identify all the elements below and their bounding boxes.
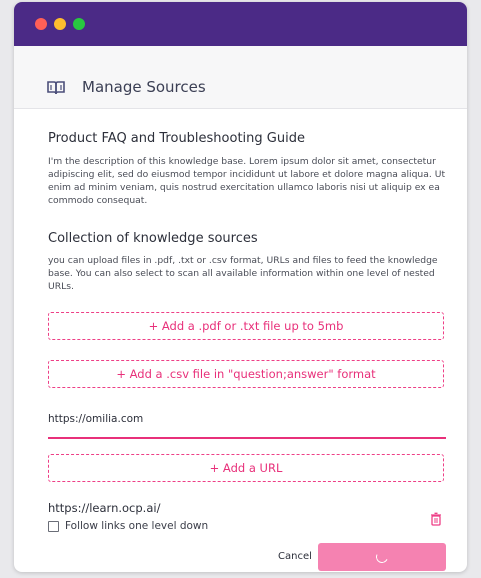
maximize-window-icon[interactable] xyxy=(73,18,85,30)
dialog-title: Manage Sources xyxy=(82,78,206,96)
knowledge-base-description: I'm the description of this knowledge ba… xyxy=(48,156,446,206)
add-url-button[interactable]: + Add a URL xyxy=(48,454,444,482)
manage-sources-window: Manage Sources Product FAQ and Troublesh… xyxy=(14,2,467,572)
url-input[interactable] xyxy=(48,413,438,425)
close-window-icon[interactable] xyxy=(35,18,47,30)
minimize-window-icon[interactable] xyxy=(54,18,66,30)
collection-title: Collection of knowledge sources xyxy=(48,231,258,246)
dialog-header: Manage Sources xyxy=(14,46,467,109)
collection-description: you can upload files in .pdf, .txt or .c… xyxy=(48,255,438,292)
submit-button[interactable] xyxy=(318,543,446,571)
cancel-button[interactable]: Cancel xyxy=(278,551,312,562)
trash-icon[interactable] xyxy=(430,511,442,526)
follow-links-option[interactable]: Follow links one level down xyxy=(48,520,208,532)
window-titlebar xyxy=(14,2,467,46)
knowledge-base-title: Product FAQ and Troubleshooting Guide xyxy=(48,131,305,146)
add-csv-button[interactable]: + Add a .csv file in "question;answer" f… xyxy=(48,360,444,388)
follow-links-label: Follow links one level down xyxy=(65,520,209,532)
book-icon xyxy=(46,80,66,96)
url-input-field xyxy=(48,411,446,439)
add-pdf-txt-button[interactable]: + Add a .pdf or .txt file up to 5mb xyxy=(48,312,444,340)
follow-links-checkbox[interactable] xyxy=(48,520,59,532)
loading-spinner-icon xyxy=(374,549,390,565)
source-url: https://learn.ocp.ai/ xyxy=(48,501,161,515)
